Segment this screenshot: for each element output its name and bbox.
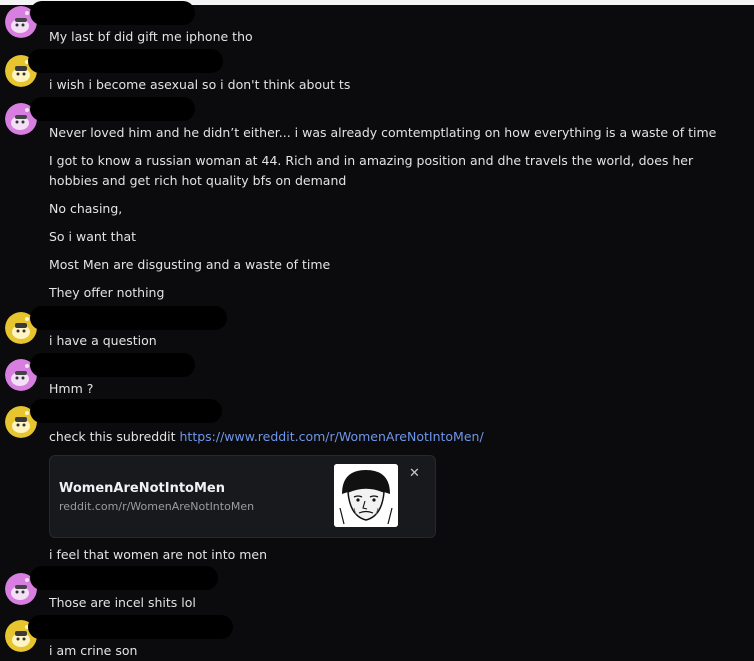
redacted-username — [28, 49, 223, 73]
message-text: So i want that — [49, 229, 137, 244]
message-with-link: check this subreddit https://www.reddit.… — [49, 429, 484, 445]
redacted-username — [30, 1, 195, 25]
wojak-thumbnail-icon — [334, 464, 398, 527]
embed-title[interactable]: WomenAreNotIntoMen — [59, 481, 225, 496]
redacted-username — [30, 97, 195, 121]
message-text: i have a question — [49, 333, 157, 348]
message-text: i am crine son — [49, 643, 138, 658]
message-text: They offer nothing — [49, 285, 165, 300]
redacted-username — [30, 353, 195, 377]
message-text: Most Men are disgusting and a waste of t… — [49, 257, 331, 272]
message-text: Never loved him and he didn’t either... … — [49, 125, 717, 140]
message-text: Hmm ? — [49, 381, 94, 396]
message-text: check this subreddit — [49, 429, 180, 444]
embed-thumbnail[interactable] — [334, 464, 398, 527]
message-text: i feel that women are not into men — [49, 547, 268, 562]
redacted-username — [28, 615, 233, 639]
redacted-username — [30, 306, 227, 330]
message-text: No chasing, — [49, 201, 123, 216]
message-text: My last bf did gift me iphone tho — [49, 29, 253, 44]
message-text: Those are incel shits lol — [49, 595, 196, 610]
link-preview-card[interactable]: WomenAreNotIntoMen reddit.com/r/WomenAre… — [49, 455, 436, 538]
embed-domain: reddit.com/r/WomenAreNotIntoMen — [59, 500, 255, 513]
close-icon[interactable]: ✕ — [409, 467, 420, 481]
message-text: i wish i become asexual so i don't think… — [49, 77, 351, 92]
redacted-username — [30, 399, 222, 423]
message-text: I got to know a russian woman at 44. Ric… — [49, 153, 694, 188]
redacted-username — [30, 566, 218, 590]
subreddit-link[interactable]: https://www.reddit.com/r/WomenAreNotInto… — [180, 429, 484, 444]
